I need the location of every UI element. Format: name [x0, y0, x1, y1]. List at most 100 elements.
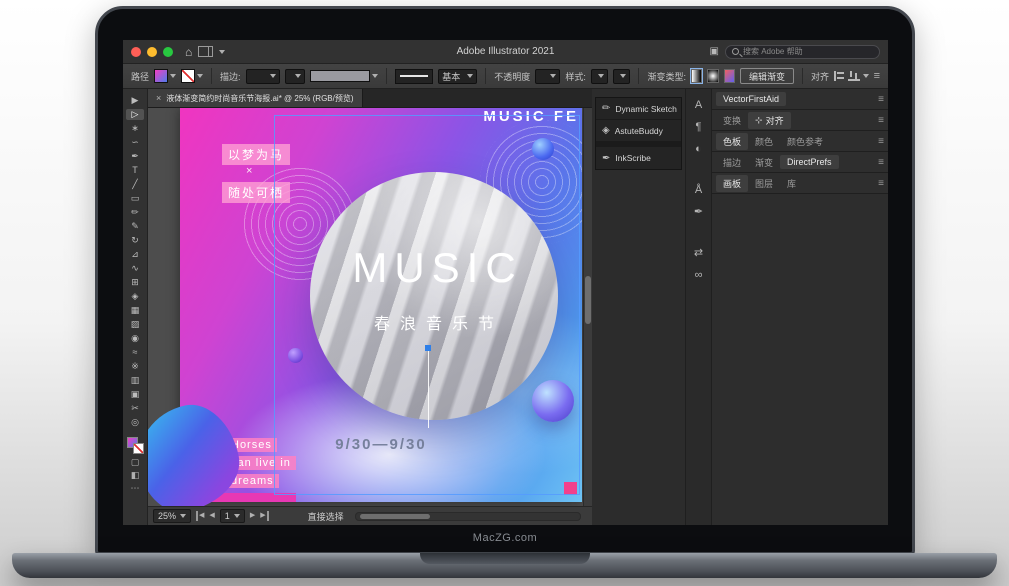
- appearance-panel-icon[interactable]: ✒: [694, 206, 703, 219]
- fill-stroke-indicator[interactable]: [127, 437, 144, 454]
- linear-gradient-button[interactable]: [691, 69, 702, 83]
- tool-rectangle[interactable]: ▭: [126, 193, 144, 204]
- home-icon[interactable]: ⌂: [185, 45, 192, 59]
- tool-selection[interactable]: ▶: [126, 95, 144, 106]
- plugin-item-astutebuddy[interactable]: ◈ AstuteBuddy: [596, 120, 681, 142]
- edit-gradient-button[interactable]: 编辑渐变: [740, 68, 794, 84]
- tab-vectorfirstaid[interactable]: VectorFirstAid: [716, 92, 786, 106]
- tool-rotate[interactable]: ↻: [126, 235, 144, 246]
- fill-color-swatch[interactable]: [154, 69, 168, 83]
- canvas[interactable]: MUSIC FE 以梦为马 × 随处可栖 MUSIC 春浪音乐节 9/30: [148, 108, 592, 506]
- minimize-window-button[interactable]: [147, 47, 157, 57]
- plugin-item-inkscribe[interactable]: ✒ InkScribe: [596, 147, 681, 169]
- plugin-item-dynamic-sketch[interactable]: ✏ Dynamic Sketch: [596, 98, 681, 120]
- style-dropdown[interactable]: [591, 69, 608, 84]
- tool-type[interactable]: T: [126, 165, 144, 176]
- close-window-button[interactable]: [131, 47, 141, 57]
- style-options-dropdown[interactable]: [613, 69, 630, 84]
- tab-align[interactable]: ⊹ 对齐: [748, 112, 791, 129]
- brush-definition-dropdown[interactable]: 基本: [438, 69, 477, 84]
- tool-scale[interactable]: ⊿: [126, 249, 144, 260]
- tab-gradient[interactable]: 渐变: [748, 154, 780, 171]
- fill-color-dropdown[interactable]: [154, 69, 176, 83]
- panel-menu-icon[interactable]: ≡: [878, 178, 884, 189]
- draw-behind-mode-icon[interactable]: ◧: [131, 470, 140, 480]
- tool-free-transform[interactable]: ⊞: [126, 277, 144, 288]
- tool-lasso[interactable]: ∽: [126, 137, 144, 148]
- previous-artboard-button[interactable]: ◀: [209, 511, 214, 521]
- tab-stroke[interactable]: 描边: [716, 154, 748, 171]
- tool-shape-builder[interactable]: ◈: [126, 291, 144, 302]
- tool-width[interactable]: ∿: [126, 263, 144, 274]
- close-document-icon[interactable]: ×: [156, 93, 161, 103]
- tab-libraries[interactable]: 库: [780, 175, 803, 192]
- tool-line-segment[interactable]: ╱: [126, 179, 144, 190]
- plugin-label: Dynamic Sketch: [615, 104, 676, 114]
- control-bar-menu-icon[interactable]: ≡: [874, 70, 880, 82]
- align-caret-icon[interactable]: [863, 74, 869, 78]
- tool-column-graph[interactable]: ▥: [126, 375, 144, 386]
- width-profile-dropdown[interactable]: [310, 70, 378, 82]
- tool-zoom[interactable]: ◎: [126, 417, 144, 428]
- document-tab[interactable]: × 液体渐变简约时尚音乐节海报.ai* @ 25% (RGB/预览): [148, 89, 363, 107]
- tool-pen[interactable]: ✒: [126, 151, 144, 162]
- tool-mesh[interactable]: ▦: [126, 305, 144, 316]
- tab-color-guide[interactable]: 颜色参考: [780, 133, 830, 150]
- help-search-field[interactable]: [725, 45, 880, 59]
- tool-magic-wand[interactable]: ∗: [126, 123, 144, 134]
- workspace-layout-caret-icon[interactable]: [219, 50, 225, 54]
- stroke-color-dropdown[interactable]: [181, 69, 203, 83]
- brush-stroke-preview[interactable]: [395, 69, 433, 84]
- panel-menu-icon[interactable]: ≡: [878, 136, 884, 147]
- stroke-color-swatch[interactable]: [181, 69, 195, 83]
- workspace-layout-icon[interactable]: [198, 46, 213, 57]
- title-bar: ⌂ Adobe Illustrator 2021 ▣: [123, 40, 888, 64]
- vertical-scrollbar-thumb[interactable]: [585, 276, 591, 324]
- tool-artboard[interactable]: ▣: [126, 389, 144, 400]
- align-top-icon[interactable]: [848, 71, 857, 81]
- glyphs-panel-icon[interactable]: Å: [695, 184, 702, 197]
- tool-pencil[interactable]: ✎: [126, 221, 144, 232]
- next-artboard-button[interactable]: ▶: [250, 511, 255, 521]
- tab-artboards[interactable]: 画板: [716, 175, 748, 192]
- artboard-number-select[interactable]: 1: [220, 509, 245, 523]
- tab-transform[interactable]: 变换: [716, 112, 748, 129]
- stroke-indicator-swatch[interactable]: [133, 443, 144, 454]
- edit-toolbar-icon[interactable]: ⋯: [131, 483, 140, 493]
- tool-paintbrush[interactable]: ✏: [126, 207, 144, 218]
- panel-menu-icon[interactable]: ≡: [878, 115, 884, 126]
- freeform-gradient-button[interactable]: [724, 69, 735, 83]
- search-input[interactable]: [743, 47, 873, 56]
- radial-gradient-button[interactable]: [707, 69, 718, 83]
- vertical-scrollbar[interactable]: [583, 108, 592, 506]
- character-panel-icon[interactable]: A: [695, 99, 702, 112]
- tool-blend[interactable]: ≈: [126, 347, 144, 358]
- links-panel-icon[interactable]: ∞: [695, 269, 703, 282]
- panel-menu-icon[interactable]: ≡: [878, 157, 884, 168]
- opacity-field[interactable]: [535, 69, 560, 84]
- tab-swatches[interactable]: 色板: [716, 133, 748, 150]
- tab-layers[interactable]: 图层: [748, 175, 780, 192]
- tab-color[interactable]: 颜色: [748, 133, 780, 150]
- asset-export-panel-icon[interactable]: ⇄: [694, 247, 703, 260]
- tool-direct-selection[interactable]: ▷: [126, 109, 144, 120]
- draw-normal-mode-icon[interactable]: ▢: [131, 457, 140, 467]
- stroke-unit-dropdown[interactable]: [285, 69, 305, 84]
- align-left-icon[interactable]: [834, 71, 843, 81]
- tool-slice[interactable]: ✂: [126, 403, 144, 414]
- horizontal-scrollbar[interactable]: [355, 512, 581, 521]
- opentype-panel-icon[interactable]: ◐: [695, 143, 702, 156]
- tab-directprefs[interactable]: DirectPrefs: [780, 155, 839, 169]
- horizontal-scrollbar-thumb[interactable]: [360, 514, 430, 519]
- last-artboard-button[interactable]: ▶: [260, 511, 268, 521]
- tool-symbol-sprayer[interactable]: ※: [126, 361, 144, 372]
- panel-menu-icon[interactable]: ≡: [878, 94, 884, 105]
- fullscreen-window-button[interactable]: [163, 47, 173, 57]
- paragraph-panel-icon[interactable]: ¶: [696, 121, 702, 134]
- stroke-weight-field[interactable]: [246, 69, 280, 84]
- arrange-documents-icon[interactable]: ▣: [710, 46, 719, 57]
- tool-gradient[interactable]: ▨: [126, 319, 144, 330]
- tool-eyedropper[interactable]: ◉: [126, 333, 144, 344]
- first-artboard-button[interactable]: ◀: [196, 511, 204, 521]
- zoom-level-select[interactable]: 25%: [153, 509, 191, 523]
